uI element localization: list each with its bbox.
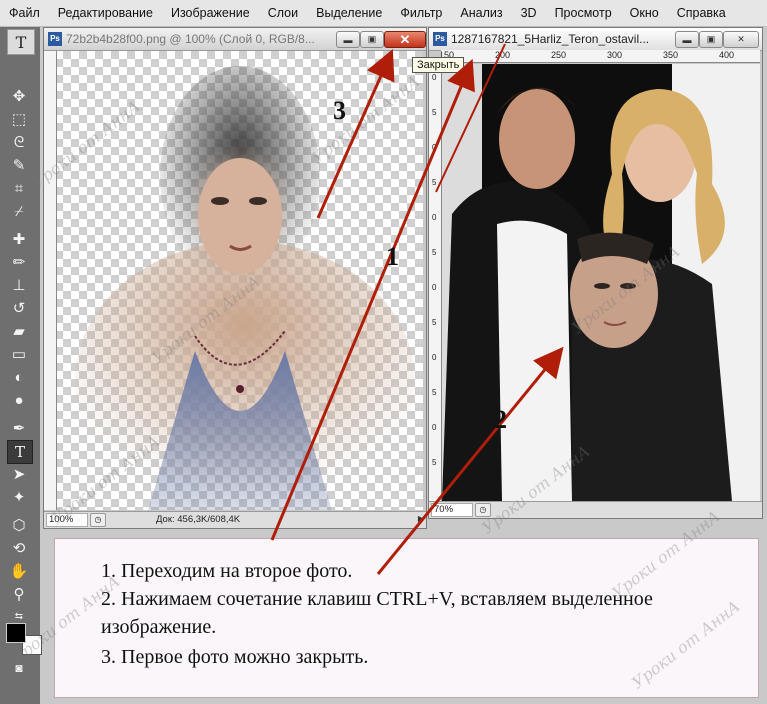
label-3: 3	[333, 96, 346, 125]
label-2: 2	[494, 405, 507, 434]
arrow-1	[270, 58, 475, 541]
label-1: 1	[386, 242, 399, 271]
arrow-3	[316, 49, 395, 219]
arrow-1-tail	[435, 43, 506, 193]
annotation-arrows	[270, 43, 564, 575]
arrow-2	[376, 346, 564, 575]
